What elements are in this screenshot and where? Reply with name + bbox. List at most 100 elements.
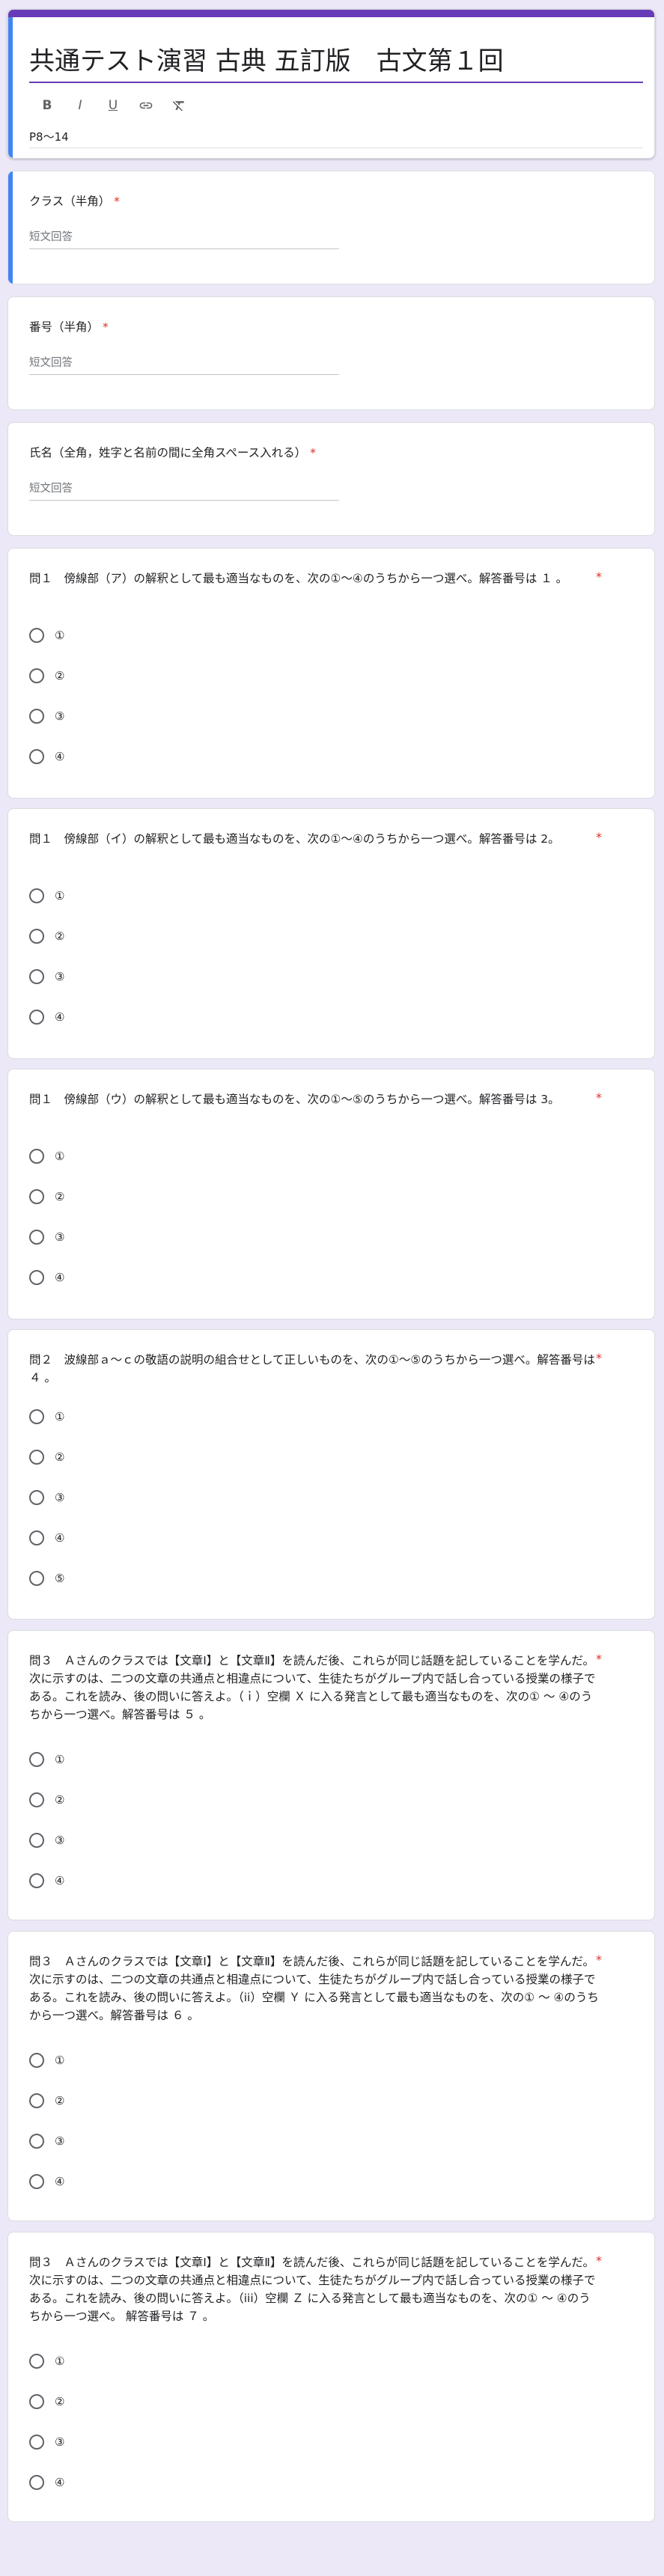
radio-button[interactable]: [29, 2354, 44, 2369]
radio-button[interactable]: [29, 1409, 44, 1424]
required-asterisk: *: [596, 1090, 602, 1105]
option-label: ②: [55, 1793, 65, 1807]
radio-option[interactable]: ③: [29, 2132, 64, 2150]
radio-button[interactable]: [29, 888, 44, 903]
question-card-q3i[interactable]: 問３ Ａさんのクラスでは【文章Ⅰ】と【文章Ⅱ】を読んだ後、これらが同じ話題を記し…: [7, 1630, 655, 1920]
question-card-name[interactable]: 氏名（全角，姓字と名前の間に全角スペース入れる） * 短文回答: [7, 422, 655, 536]
radio-button[interactable]: [29, 2475, 44, 2490]
radio-option[interactable]: ④: [29, 1008, 64, 1026]
radio-option[interactable]: ④: [29, 2173, 64, 2191]
option-label: ②: [55, 2395, 65, 2408]
question-title: クラス（半角） *: [29, 195, 120, 208]
radio-option[interactable]: ⑤: [29, 1569, 64, 1587]
radio-option[interactable]: ④: [29, 1529, 64, 1547]
radio-button[interactable]: [29, 1149, 44, 1164]
radio-option[interactable]: ①: [29, 2051, 64, 2069]
radio-option[interactable]: ①: [29, 626, 64, 644]
radio-option[interactable]: ①: [29, 1751, 64, 1768]
option-label: ②: [55, 1450, 65, 1464]
short-answer-input[interactable]: 短文回答: [29, 355, 339, 375]
radio-option[interactable]: ①: [29, 1408, 64, 1426]
format-toolbar: B I U: [38, 95, 188, 116]
option-label: ①: [55, 629, 65, 642]
radio-button[interactable]: [29, 1230, 44, 1245]
link-icon[interactable]: [137, 97, 155, 115]
radio-option[interactable]: ①: [29, 2352, 64, 2370]
radio-button[interactable]: [29, 1490, 44, 1505]
radio-button[interactable]: [29, 1530, 44, 1545]
radio-option[interactable]: ②: [29, 927, 64, 945]
question-card-q1a[interactable]: 問１ 傍線部（ア）の解釈として最も適当なものを、次の①〜④のうちから一つ選べ。解…: [7, 548, 655, 799]
question-title: 問３ Ａさんのクラスでは【文章Ⅰ】と【文章Ⅱ】を読んだ後、これらが同じ話題を記し…: [29, 2256, 596, 2323]
radio-button[interactable]: [29, 1571, 44, 1586]
question-card-q1c[interactable]: 問１ 傍線部（ウ）の解釈として最も適当なものを、次の①〜⑤のうちから一つ選べ。解…: [7, 1069, 655, 1319]
question-card-class[interactable]: クラス（半角） * 短文回答: [7, 171, 655, 284]
radio-option[interactable]: ②: [29, 1791, 64, 1809]
radio-button[interactable]: [29, 1752, 44, 1767]
radio-button[interactable]: [29, 628, 44, 643]
radio-button[interactable]: [29, 749, 44, 764]
question-title: 問３ Ａさんのクラスでは【文章Ⅰ】と【文章Ⅱ】を読んだ後、これらが同じ話題を記し…: [29, 1654, 596, 1721]
radio-button[interactable]: [29, 2174, 44, 2189]
option-label: ②: [55, 669, 65, 683]
option-label: ④: [55, 750, 65, 763]
radio-option[interactable]: ①: [29, 1147, 64, 1165]
option-label: ④: [55, 2175, 65, 2188]
option-label: ①: [55, 1410, 65, 1423]
radio-option[interactable]: ③: [29, 1228, 64, 1246]
required-asterisk: *: [596, 1351, 602, 1365]
radio-option[interactable]: ③: [29, 1489, 64, 1507]
radio-option[interactable]: ②: [29, 667, 64, 685]
radio-button[interactable]: [29, 2134, 44, 2149]
option-label: ④: [55, 1010, 65, 1024]
radio-option[interactable]: ④: [29, 748, 64, 766]
short-answer-input[interactable]: 短文回答: [29, 229, 339, 249]
radio-button[interactable]: [29, 929, 44, 944]
bold-button[interactable]: B: [38, 97, 56, 115]
form-description[interactable]: P8〜14: [29, 128, 643, 148]
radio-option[interactable]: ②: [29, 2393, 64, 2411]
radio-button[interactable]: [29, 1792, 44, 1807]
radio-option[interactable]: ④: [29, 2473, 64, 2491]
radio-button[interactable]: [29, 1873, 44, 1888]
radio-button[interactable]: [29, 969, 44, 984]
radio-button[interactable]: [29, 2053, 44, 2068]
radio-button[interactable]: [29, 1270, 44, 1285]
option-label: ③: [55, 2435, 65, 2449]
radio-button[interactable]: [29, 2394, 44, 2409]
radio-button[interactable]: [29, 1450, 44, 1465]
radio-option[interactable]: ②: [29, 2092, 64, 2110]
option-label: ①: [55, 889, 65, 903]
short-answer-input[interactable]: 短文回答: [29, 480, 339, 501]
radio-option[interactable]: ④: [29, 1872, 64, 1890]
radio-option[interactable]: ②: [29, 1188, 64, 1206]
question-card-q3iii[interactable]: 問３ Ａさんのクラスでは【文章Ⅰ】と【文章Ⅱ】を読んだ後、これらが同じ話題を記し…: [7, 2232, 655, 2522]
form-title[interactable]: 共通テスト演習 古典 五訂版 古文第１回: [29, 44, 643, 83]
radio-button[interactable]: [29, 668, 44, 683]
radio-option[interactable]: ③: [29, 707, 64, 725]
radio-button[interactable]: [29, 2093, 44, 2108]
option-label: ①: [55, 2054, 65, 2067]
radio-option[interactable]: ③: [29, 1831, 64, 1849]
question-card-number[interactable]: 番号（半角） * 短文回答: [7, 296, 655, 410]
option-label: ③: [55, 970, 65, 983]
radio-option[interactable]: ③: [29, 2433, 64, 2451]
radio-button[interactable]: [29, 709, 44, 724]
radio-option[interactable]: ②: [29, 1448, 64, 1466]
radio-button[interactable]: [29, 1010, 44, 1025]
radio-option[interactable]: ③: [29, 968, 64, 986]
question-title: 氏名（全角，姓字と名前の間に全角スペース入れる） *: [29, 446, 316, 460]
italic-button[interactable]: I: [71, 97, 89, 115]
question-card-q2[interactable]: 問２ 波線部ａ〜ｃの敬語の説明の組合せとして正しいものを、次の①〜⑤のうちから一…: [7, 1329, 655, 1620]
question-card-q3ii[interactable]: 問３ Ａさんのクラスでは【文章Ⅰ】と【文章Ⅱ】を読んだ後、これらが同じ話題を記し…: [7, 1931, 655, 2221]
clear-format-icon[interactable]: [170, 97, 188, 115]
radio-option[interactable]: ④: [29, 1269, 64, 1287]
radio-button[interactable]: [29, 2435, 44, 2450]
radio-button[interactable]: [29, 1189, 44, 1204]
question-card-q1b[interactable]: 問１ 傍線部（イ）の解釈として最も適当なものを、次の①〜④のうちから一つ選べ。解…: [7, 808, 655, 1059]
radio-button[interactable]: [29, 1833, 44, 1848]
radio-option[interactable]: ①: [29, 887, 64, 905]
underline-button[interactable]: U: [104, 97, 122, 115]
option-label: ③: [55, 2134, 65, 2148]
option-label: ⑤: [55, 1572, 65, 1585]
